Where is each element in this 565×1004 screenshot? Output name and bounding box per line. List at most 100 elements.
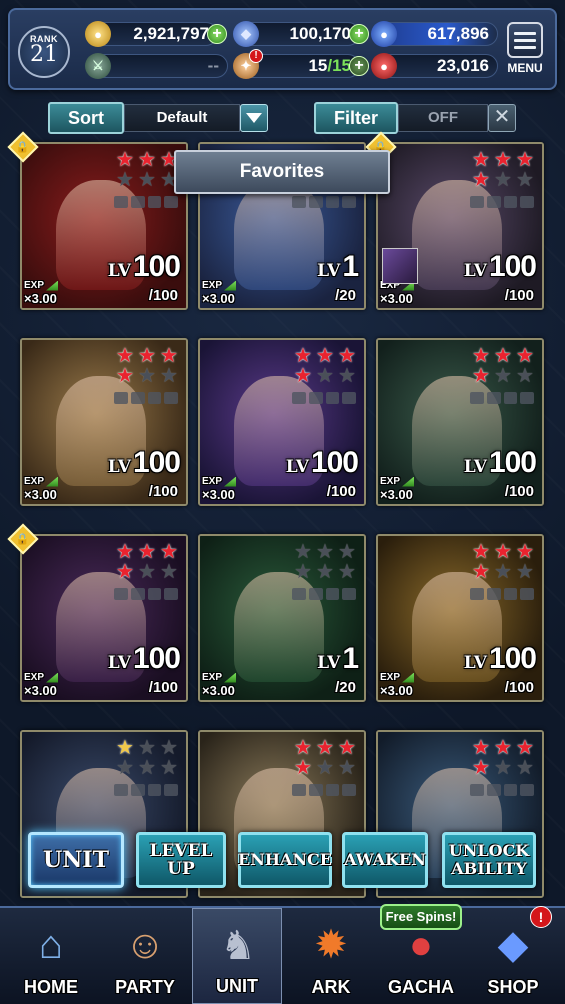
- star-icon: ★: [294, 757, 312, 779]
- unit-level: LV 100: [107, 252, 181, 282]
- exp-up-arrow-icon: [224, 280, 237, 291]
- star-icon: ★: [338, 737, 356, 759]
- exp-up-arrow-icon: [402, 476, 415, 487]
- exp-label: EXP: [24, 672, 45, 683]
- star-icon: ★: [494, 345, 512, 367]
- exp-multiplier: ×3.00: [24, 291, 57, 306]
- exp-boost: EXP ×3.00: [24, 476, 59, 502]
- unit-card[interactable]: ★ ★ ★ ★ ★ ★ LV 100/100 EXP ×3.00: [20, 142, 188, 310]
- ark-icon: ✹: [314, 923, 348, 967]
- awaken-gems: [470, 196, 534, 208]
- exp-multiplier: ×3.00: [202, 291, 235, 306]
- awaken-gems: [470, 392, 534, 404]
- awaken-button[interactable]: AWAKEN: [342, 832, 428, 888]
- level-max: /100: [326, 483, 356, 500]
- level-tag: LV: [317, 261, 341, 281]
- nav-ark[interactable]: ✹ ARK: [286, 908, 376, 1004]
- exp-label: EXP: [380, 476, 401, 487]
- star-icon: ★: [138, 757, 156, 779]
- exp-boost: EXP ×3.00: [202, 476, 237, 502]
- nav-unit[interactable]: ♞ UNIT: [192, 908, 282, 1004]
- awaken-gems: [114, 588, 178, 600]
- star-icon: ★: [516, 541, 534, 563]
- awaken-gems: [292, 588, 356, 600]
- star-icon: ★: [160, 365, 178, 387]
- level-tag: LV: [317, 653, 341, 673]
- rarity-stars: ★★★★★★: [116, 346, 180, 386]
- exp-multiplier: ×3.00: [24, 683, 57, 698]
- free-spins-badge[interactable]: Free Spins!: [380, 904, 462, 930]
- level-max: /100: [148, 679, 178, 696]
- exp-up-arrow-icon: [224, 476, 237, 487]
- star-icon: ★: [316, 365, 334, 387]
- star-icon: ★: [316, 737, 334, 759]
- exp-boost: EXP ×3.00: [202, 280, 237, 306]
- exp-label: EXP: [380, 672, 401, 683]
- star-icon: ★: [472, 757, 490, 779]
- level-max: /100: [504, 679, 534, 696]
- star-icon: ★: [494, 365, 512, 387]
- rarity-stars: ★★★★★★: [294, 542, 358, 582]
- action-bar: UNIT LEVEL UP ENHANCE AWAKEN UNLOCK ABIL…: [28, 832, 546, 890]
- unit-card[interactable]: ★ ★ ★ ★ ★ ★ LV 100/100 EXP ×3.00: [376, 534, 544, 702]
- star-icon: ★: [316, 561, 334, 583]
- exp-boost: EXP ×3.00: [24, 280, 59, 306]
- nav-shop[interactable]: ◆ SHOP !: [468, 906, 558, 1004]
- unit-button[interactable]: UNIT: [28, 832, 124, 888]
- star-icon: ★: [116, 149, 134, 171]
- exp-boost: EXP ×3.00: [380, 476, 415, 502]
- star-icon: ★: [116, 541, 134, 563]
- unit-card[interactable]: ★★★★★★LV1/20EXP×3.00: [198, 534, 366, 702]
- unlock-ability-button[interactable]: UNLOCK ABILITY: [442, 832, 536, 888]
- unit-card[interactable]: ★ ★ ★ ★ ★ ★ LV 100/100 EXP ×3.00: [376, 338, 544, 506]
- favorites-tooltip: Favorites: [174, 150, 390, 194]
- exp-up-arrow-icon: [46, 476, 59, 487]
- unit-level: LV 1: [317, 250, 359, 283]
- rarity-stars: ★★★★★★: [472, 738, 536, 778]
- rarity-stars: ★★★★★★: [472, 346, 536, 386]
- home-icon: ⌂: [38, 922, 64, 967]
- exp-up-arrow-icon: [402, 672, 415, 683]
- star-icon: ★: [116, 169, 134, 191]
- level-up-button[interactable]: LEVEL UP: [136, 832, 226, 888]
- exp-up-arrow-icon: [46, 280, 59, 291]
- rarity-stars: ★★★★★★: [294, 346, 358, 386]
- star-icon: ★: [316, 345, 334, 367]
- unit-card[interactable]: ★ ★ ★ ★ ★ ★ LV 100/100 EXP ×3.00: [198, 338, 366, 506]
- nav-home[interactable]: ⌂ HOME: [6, 908, 96, 1004]
- star-icon: ★: [516, 757, 534, 779]
- exp-multiplier: ×3.00: [202, 683, 235, 698]
- level-max: /20: [335, 679, 356, 696]
- nav-ark-label: ARK: [311, 977, 351, 997]
- unit-card[interactable]: ★ ★ ★ ★ ★ ★ LV 100/100 EXP ×3.00: [376, 142, 544, 310]
- star-icon: ★: [338, 541, 356, 563]
- exp-multiplier: ×3.00: [24, 487, 57, 502]
- nav-gacha-label: GACHA: [388, 977, 454, 997]
- rarity-stars: ★★★★★★: [472, 150, 536, 190]
- awaken-gems: [292, 392, 356, 404]
- exp-multiplier: ×3.00: [380, 487, 413, 502]
- enhance-button[interactable]: ENHANCE: [238, 832, 332, 888]
- star-icon: ★: [516, 149, 534, 171]
- rarity-stars: ★★★★★★: [472, 542, 536, 582]
- unit-card[interactable]: ★ ★ ★ ★ ★ ★ LV 100/100 EXP ×3.00: [20, 534, 188, 702]
- level-tag: LV: [107, 261, 131, 281]
- exp-label: EXP: [24, 476, 45, 487]
- star-icon: ★: [494, 737, 512, 759]
- star-icon: ★: [160, 757, 178, 779]
- star-icon: ★: [472, 365, 490, 387]
- star-icon: ★: [116, 561, 134, 583]
- star-icon: ★: [294, 561, 312, 583]
- unit-card[interactable]: ★ ★ ★ ★ ★ ★ LV 100/100 EXP ×3.00: [20, 338, 188, 506]
- level-value: 1: [342, 250, 359, 283]
- star-icon: ★: [160, 737, 178, 759]
- star-icon: ★: [494, 541, 512, 563]
- star-icon: ★: [138, 737, 156, 759]
- level-tag: LV: [463, 457, 487, 477]
- nav-party[interactable]: ☺ PARTY: [100, 908, 190, 1004]
- level-tag: LV: [285, 457, 309, 477]
- exp-boost: EXP ×3.00: [380, 672, 415, 698]
- level-max: /100: [504, 287, 534, 304]
- star-icon: ★: [138, 541, 156, 563]
- star-icon: ★: [516, 365, 534, 387]
